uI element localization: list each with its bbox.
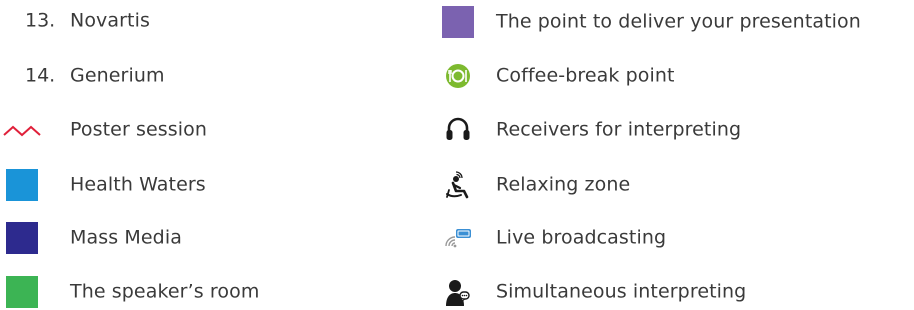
item-label: Live broadcasting [496, 226, 667, 249]
item-label: Poster session [70, 118, 208, 141]
legend-item-live-broadcasting: Live broadcasting [420, 220, 914, 256]
color-swatch-icon [0, 222, 44, 254]
legend: 13. Novartis 14. Generium Poster session… [0, 0, 914, 310]
zigzag-line-icon [0, 122, 44, 138]
legend-item-poster-session: Poster session [0, 112, 420, 148]
legend-item-speakers-room: The speaker’s room [0, 274, 420, 310]
mass-media-swatch [6, 222, 38, 254]
health-waters-swatch [6, 169, 38, 201]
legend-item-novartis: 13. Novartis [0, 3, 420, 39]
live-broadcast-icon [436, 226, 480, 250]
legend-item-relaxing-zone: Relaxing zone [420, 167, 914, 203]
item-label: Health Waters [70, 173, 206, 196]
legend-item-receivers: Receivers for interpreting [420, 112, 914, 148]
presentation-point-swatch [442, 6, 474, 38]
item-label: Relaxing zone [496, 173, 631, 196]
legend-item-presentation-point: The point to deliver your presentation [420, 4, 914, 40]
color-swatch-icon [0, 169, 44, 201]
item-number: 13. [25, 9, 56, 32]
speakers-room-swatch [6, 276, 38, 308]
legend-item-simultaneous-interpreting: Simultaneous interpreting [420, 274, 914, 310]
item-label: Novartis [70, 9, 150, 32]
item-label: Simultaneous interpreting [496, 280, 747, 303]
coffee-break-icon [436, 63, 480, 89]
item-label: Receivers for interpreting [496, 118, 742, 141]
legend-item-coffee-break: Coffee-break point [420, 58, 914, 94]
legend-item-generium: 14. Generium [0, 58, 420, 94]
item-label: Generium [70, 64, 165, 87]
item-label: The speaker’s room [70, 280, 260, 303]
item-label: Mass Media [70, 226, 182, 249]
color-swatch-icon [436, 6, 480, 38]
color-swatch-icon [0, 276, 44, 308]
interpreter-person-icon [436, 277, 480, 307]
relaxing-person-icon [436, 170, 480, 200]
item-number: 14. [25, 64, 56, 87]
headphones-icon [436, 116, 480, 144]
item-label: Coffee-break point [496, 64, 675, 87]
legend-item-health-waters: Health Waters [0, 167, 420, 203]
legend-item-mass-media: Mass Media [0, 220, 420, 256]
item-label: The point to deliver your presentation [496, 10, 861, 33]
